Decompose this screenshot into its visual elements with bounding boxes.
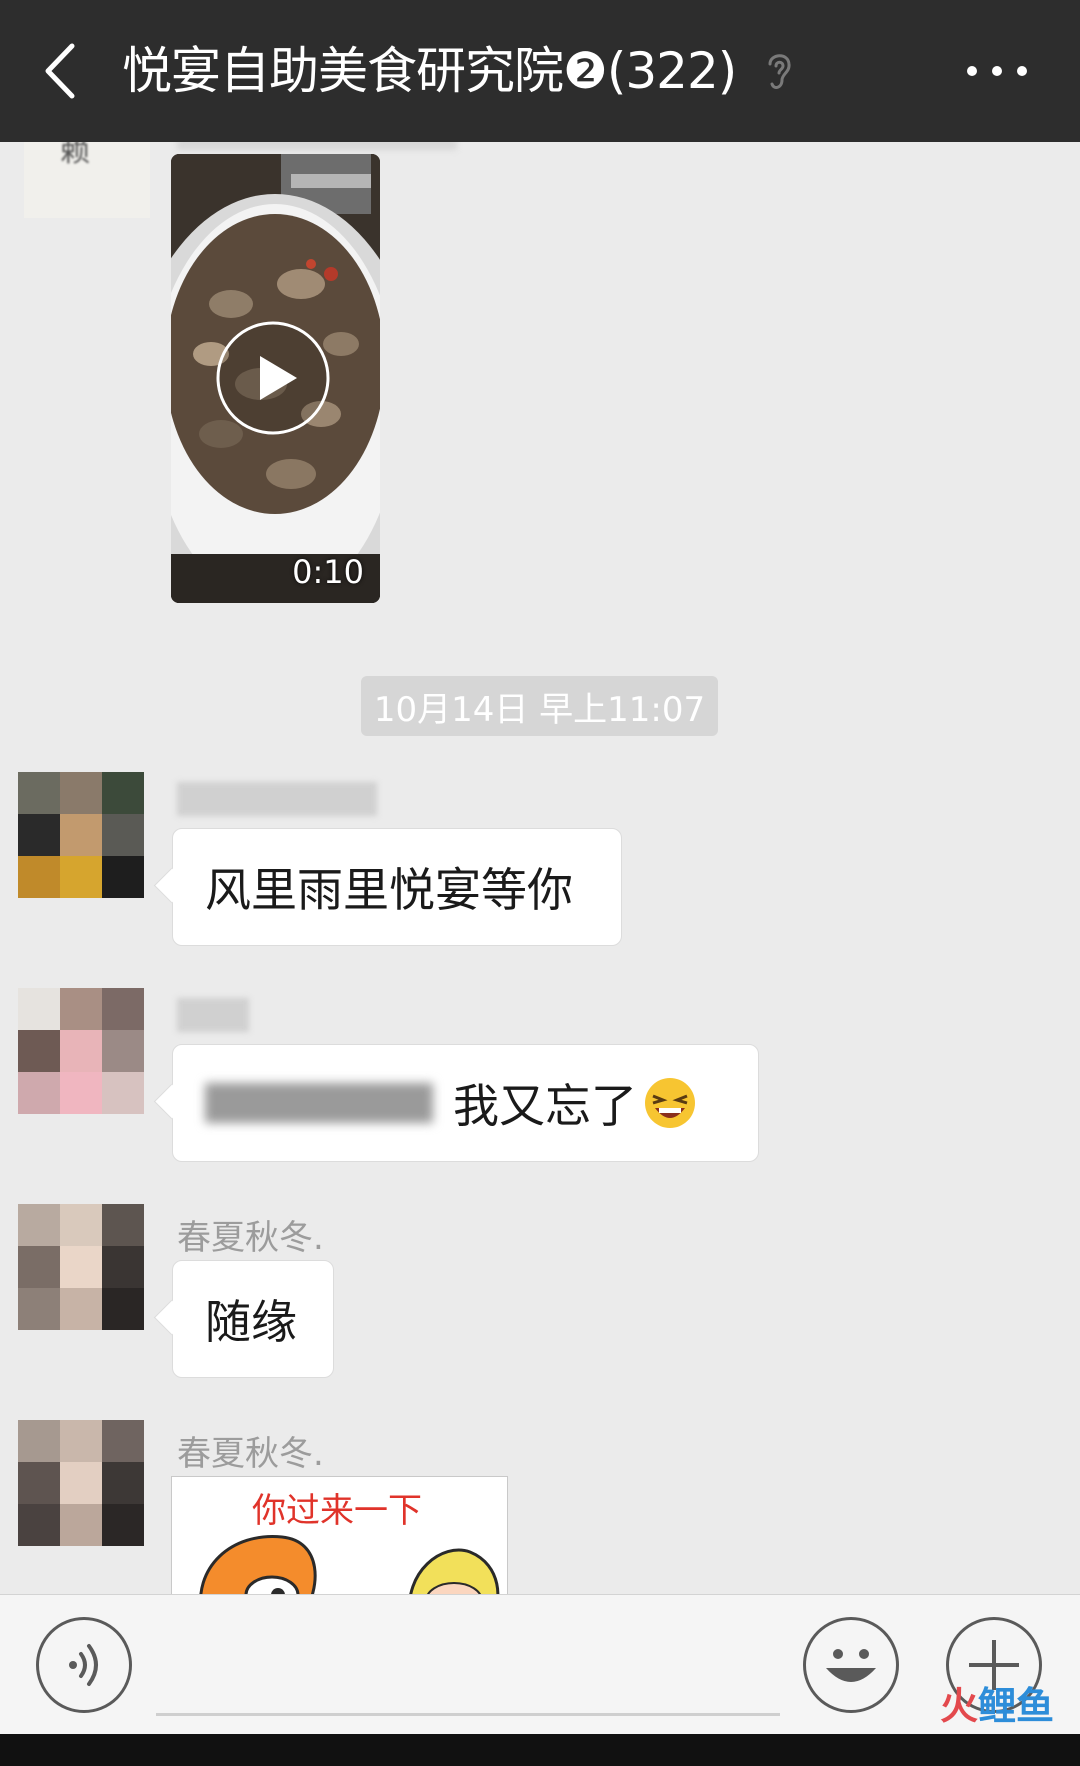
sender-nickname xyxy=(177,998,249,1032)
avatar[interactable] xyxy=(18,988,144,1114)
message-timestamp: 10月14日 早上11:07 xyxy=(361,676,718,736)
sender-nickname xyxy=(177,782,377,816)
emoji-button[interactable] xyxy=(803,1617,899,1713)
avatar[interactable] xyxy=(18,1204,144,1330)
system-nav-bar xyxy=(0,1734,1080,1766)
message-bubble[interactable]: 风里雨里悦宴等你 xyxy=(172,828,622,946)
video-duration: 0:10 xyxy=(292,553,364,591)
mention-redacted xyxy=(205,1083,433,1123)
cartoon-sticker-image xyxy=(199,1535,500,1594)
sender-nickname xyxy=(177,142,457,150)
sender-nickname: 春夏秋冬. xyxy=(177,1434,324,1474)
message-bubble[interactable]: 随缘 xyxy=(172,1260,334,1378)
smiley-icon xyxy=(826,1649,876,1682)
message-text: 随缘 xyxy=(205,1295,297,1349)
watermark-logo: 火鲤鱼 xyxy=(940,1675,1054,1730)
chevron-left-icon[interactable] xyxy=(40,42,80,100)
play-icon[interactable] xyxy=(215,320,331,436)
message-bubble[interactable]: 我又忘了 xyxy=(172,1044,759,1162)
message-text: 我又忘了 xyxy=(453,1079,637,1133)
avatar[interactable] xyxy=(18,1420,144,1546)
voice-button[interactable] xyxy=(36,1617,132,1713)
watermark-part2: 鲤鱼 xyxy=(977,1684,1054,1728)
chat-header: 悦宴自助美食研究院❷(322) xyxy=(0,0,1080,142)
sender-nickname: 春夏秋冬. xyxy=(177,1218,324,1258)
message-list[interactable]: 赖 0:10 10月14日 早上11:07 风里雨里悦宴等你 我又忘了 春夏秋冬… xyxy=(0,142,1080,1594)
ear-icon xyxy=(768,54,791,89)
grinning-squint-emoji-icon xyxy=(645,1078,695,1128)
avatar[interactable]: 赖 xyxy=(24,142,150,218)
voice-icon xyxy=(69,1644,98,1686)
video-message[interactable]: 0:10 xyxy=(171,154,380,603)
watermark-part1: 火 xyxy=(939,1684,978,1728)
sticker-message[interactable]: 你过来一下 xyxy=(171,1476,508,1594)
input-bar: 火鲤鱼 xyxy=(0,1594,1080,1734)
chat-title[interactable]: 悦宴自助美食研究院❷(322) xyxy=(122,36,737,106)
message-input[interactable] xyxy=(156,1713,780,1716)
message-text: 风里雨里悦宴等你 xyxy=(205,863,573,917)
avatar[interactable] xyxy=(18,772,144,898)
more-dots-icon[interactable] xyxy=(962,56,1042,86)
